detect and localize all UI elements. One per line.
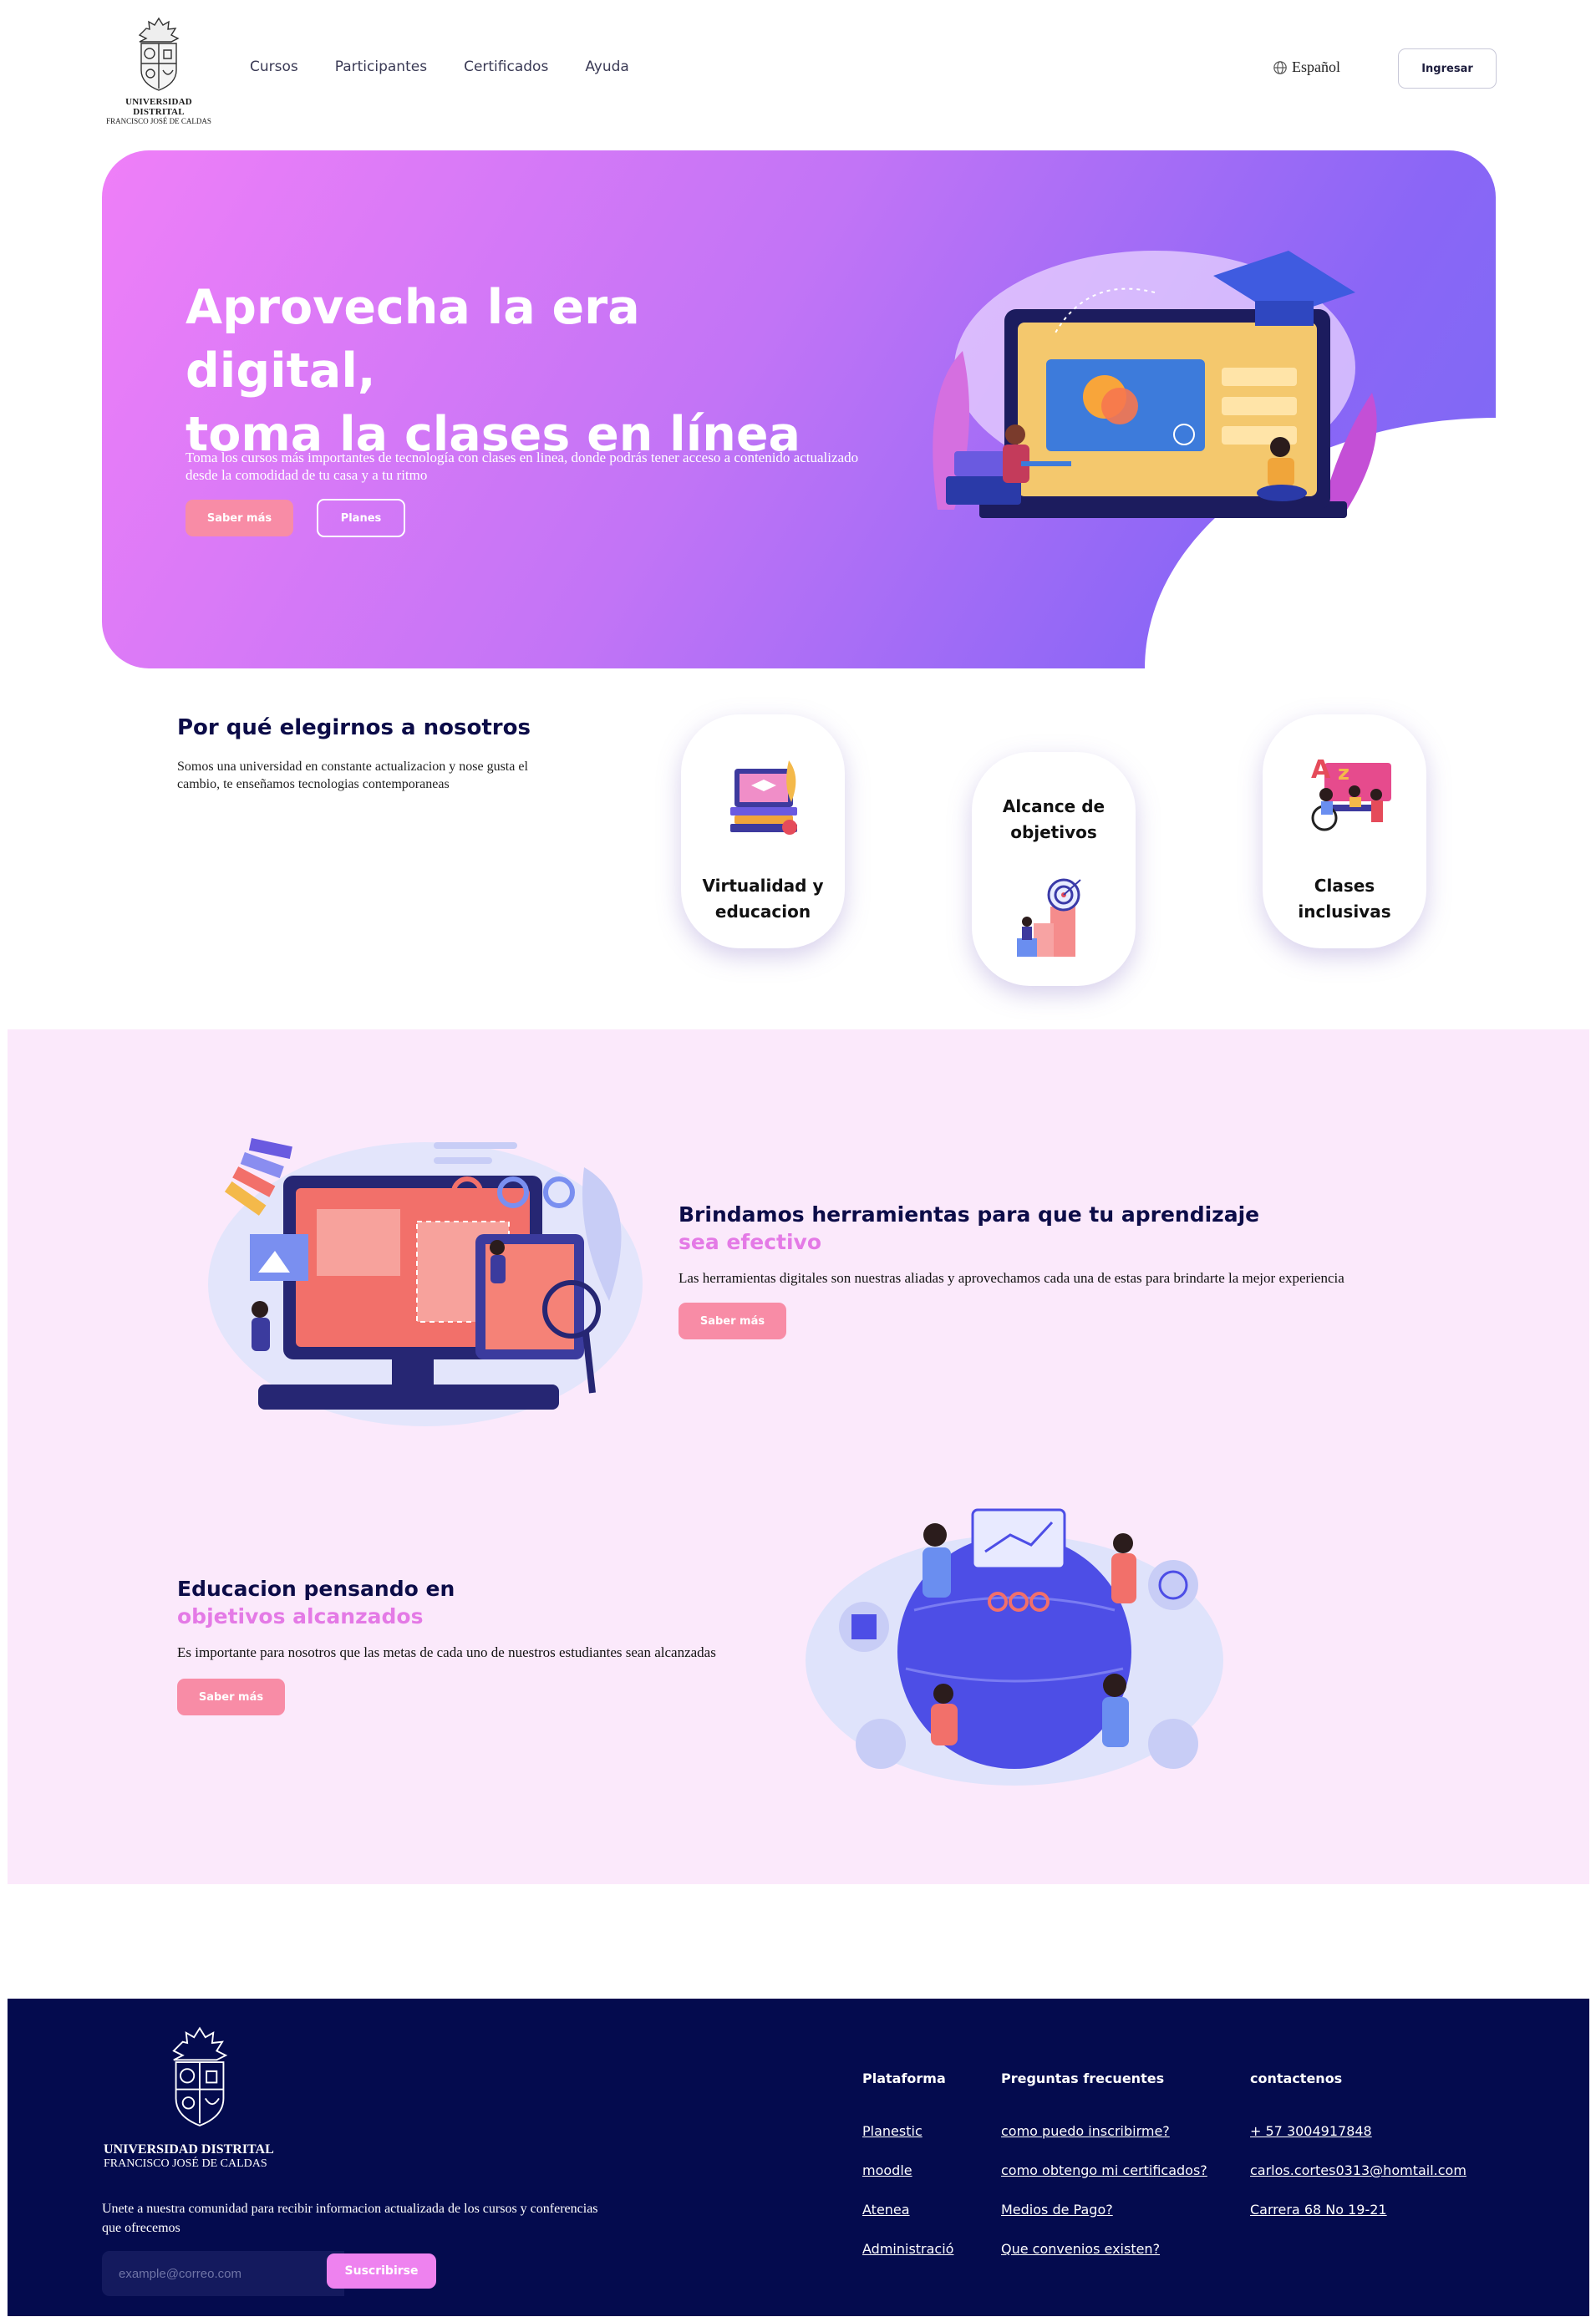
university-seal-icon	[138, 17, 180, 91]
footer-link-address[interactable]: Carrera 68 No 19-21	[1250, 2200, 1466, 2219]
hero-plans-button[interactable]: Planes	[317, 499, 405, 537]
feature1-title: Brindamos herramientas para que tu apren…	[679, 1201, 1431, 1256]
footer-link-medios-pago[interactable]: Medios de Pago?	[1001, 2200, 1207, 2219]
university-logo[interactable]: UNIVERSIDAD DISTRITAL FRANCISCO JOSÉ DE …	[104, 15, 213, 125]
global-goals-illustration	[806, 1508, 1223, 1786]
hero-more-button[interactable]: Saber más	[186, 500, 293, 536]
card-virtualidad-line1: Virtualidad y	[702, 876, 824, 896]
why-text: Somos una universidad en constante actua…	[177, 760, 528, 791]
site-footer: UNIVERSIDAD DISTRITAL FRANCISCO JOSÉ DE …	[8, 1999, 1589, 2316]
footer-column-faq: Preguntas frecuentes como puedo inscribi…	[1001, 2070, 1207, 2279]
design-tools-illustration	[208, 1137, 643, 1426]
footer-link-certificados[interactable]: como obtengo mi certificados?	[1001, 2161, 1207, 2180]
card-inclusivas[interactable]: A z Clases inclusivas	[1263, 714, 1426, 948]
hero-title-line1: Aprovecha la era digital,	[186, 280, 640, 399]
university-seal-icon	[172, 2026, 228, 2126]
svg-text:A: A	[1311, 755, 1331, 785]
main-nav: Cursos Participantes Certificados Ayuda	[250, 58, 666, 75]
feature2-title: Educacion pensando en objetivos alcanzad…	[177, 1575, 679, 1630]
footer-column-contact: contactenos + 57 3004917848 carlos.corte…	[1250, 2070, 1466, 2239]
globe-icon	[1273, 60, 1287, 74]
language-label: Español	[1292, 58, 1340, 75]
svg-text:z: z	[1338, 761, 1349, 785]
login-button[interactable]: Ingresar	[1398, 48, 1497, 89]
nav-ayuda[interactable]: Ayuda	[585, 58, 629, 75]
footer-link-moodle[interactable]: moodle	[862, 2161, 953, 2180]
language-selector[interactable]: Español	[1273, 58, 1340, 76]
card-virtualidad[interactable]: Virtualidad y educacion	[681, 714, 845, 948]
footer-column-title: contactenos	[1250, 2070, 1343, 2086]
footer-link-inscribirme[interactable]: como puedo inscribirme?	[1001, 2121, 1207, 2141]
feature2-more-button[interactable]: Saber más	[177, 1679, 285, 1715]
feature1-more-button[interactable]: Saber más	[679, 1303, 786, 1339]
target-goal-icon	[1017, 878, 1081, 957]
why-title: Por qué elegirnos a nosotros	[177, 715, 531, 740]
inclusive-class-icon: A z	[1311, 755, 1391, 831]
online-class-illustration	[933, 251, 1377, 518]
footer-column-title: Preguntas frecuentes	[1001, 2070, 1165, 2086]
card-objetivos-line2: objetivos	[1010, 822, 1097, 842]
hero-title: Aprovecha la era digital, toma la clases…	[186, 276, 821, 466]
footer-link-atenea[interactable]: Atenea	[862, 2200, 953, 2219]
card-inclusivas-line2: inclusivas	[1298, 902, 1391, 922]
footer-logo-name: UNIVERSIDAD DISTRITAL	[104, 2142, 274, 2157]
footer-link-phone[interactable]: + 57 3004917848	[1250, 2121, 1466, 2141]
feature1-text: Las herramientas digitales son nuestras …	[679, 1270, 1344, 1286]
card-virtualidad-line2: educacion	[714, 902, 811, 922]
nav-participantes[interactable]: Participantes	[335, 58, 427, 75]
newsletter-email-input[interactable]	[102, 2251, 344, 2296]
card-objetivos[interactable]: Alcance de objetivos	[972, 752, 1136, 986]
subscribe-button[interactable]: Suscribirse	[327, 2253, 436, 2289]
footer-column-title: Plataforma	[862, 2070, 946, 2086]
features-section: Brindamos herramientas para que tu apren…	[8, 1029, 1589, 1884]
hero-description: Toma los cursos más importantes de tecno…	[186, 450, 859, 483]
footer-link-convenios[interactable]: Que convenios existen?	[1001, 2239, 1207, 2258]
card-objetivos-line1: Alcance de	[1002, 796, 1106, 816]
footer-link-email[interactable]: carlos.cortes0313@homtail.com	[1250, 2161, 1466, 2180]
card-inclusivas-line1: Clases	[1314, 876, 1375, 896]
feature2-title-accent: objetivos alcanzados	[177, 1604, 424, 1628]
logo-subname: FRANCISCO JOSÉ DE CALDAS	[106, 117, 211, 125]
logo-name: UNIVERSIDAD DISTRITAL	[125, 97, 192, 117]
feature1-title-accent: sea efectivo	[679, 1230, 822, 1254]
feature2-title-main: Educacion pensando en	[177, 1577, 455, 1601]
feature1-title-main: Brindamos herramientas para que tu apren…	[679, 1202, 1260, 1227]
newsletter-text: Unete a nuestra comunidad para recibir i…	[102, 2202, 598, 2235]
footer-link-administracion[interactable]: Administració	[862, 2239, 953, 2258]
footer-logo-subname: FRANCISCO JOSÉ DE CALDAS	[104, 2157, 267, 2170]
footer-logo[interactable]: UNIVERSIDAD DISTRITAL FRANCISCO JOSÉ DE …	[104, 2024, 296, 2171]
hero-banner: Aprovecha la era digital, toma la clases…	[102, 150, 1496, 668]
footer-column-plataforma: Plataforma Planestic moodle Atenea Admin…	[862, 2070, 953, 2279]
nav-certificados[interactable]: Certificados	[464, 58, 548, 75]
feature2-text: Es importante para nosotros que las meta…	[177, 1644, 716, 1660]
nav-cursos[interactable]: Cursos	[250, 58, 298, 75]
books-laptop-icon	[730, 760, 797, 835]
footer-link-planestic[interactable]: Planestic	[862, 2121, 953, 2141]
